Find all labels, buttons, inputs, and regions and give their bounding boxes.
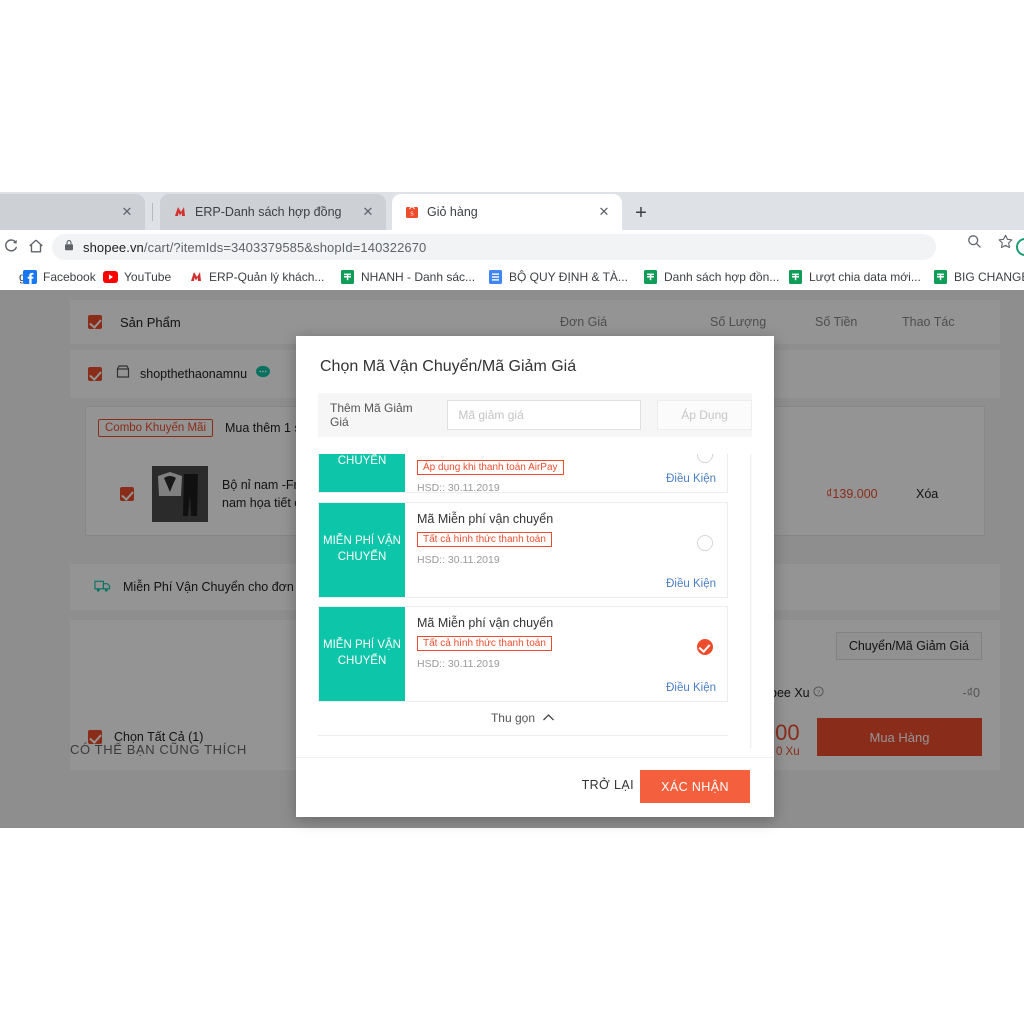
voucher-radio-selected[interactable] [697,639,713,655]
voucher-modal: Chọn Mã Vận Chuyển/Mã Giảm Giá Thêm Mã G… [296,336,774,817]
voucher-condition-link[interactable]: Điều Kiện [666,473,716,485]
apply-voucher-button[interactable]: Áp Dụng [657,400,752,430]
tab-title: ERP-Danh sách hợp đồng [195,205,342,219]
search-icon[interactable] [966,233,983,255]
address-bar[interactable]: shopee.vn/cart/?itemIds=3403379585&shopI… [52,234,936,260]
bookmark-item-4[interactable]: NHANH - Danh sác... [340,267,475,287]
home-icon[interactable] [27,237,47,257]
voucher-badge: MIỄN PHÍ VẬN CHUYỂN [319,607,405,701]
close-icon[interactable]: ✕ [360,204,376,220]
bookmark-label: ERP-Quản lý khách... [209,270,325,284]
bookmark-label: YouTube [124,270,172,284]
avatar-icon[interactable] [1016,238,1024,256]
scroll-down-arrow-icon[interactable] [751,734,752,748]
bookmark-label: Facebook [43,270,96,284]
bookmark-label: BỘ QUY ĐỊNH & TÀ... [509,270,628,284]
collapse-label: Thu gọn [490,711,536,725]
bookmark-item-1[interactable]: Facebook [22,267,96,287]
erp-icon [188,270,203,285]
url-domain: shopee.vn [83,239,144,255]
url-text: shopee.vn/cart/?itemIds=3403379585&shopI… [83,240,426,255]
voucher-badge: MIỄN PHÍ VẬN CHUYỂN [319,503,405,597]
bookmark-item-2[interactable]: YouTube [103,267,171,287]
voucher-tag: Tất cả hình thức thanh toán [417,636,552,651]
modal-title: Chọn Mã Vận Chuyển/Mã Giảm Giá [320,358,577,375]
list-divider [318,735,728,736]
voucher-details: Áp dụng khi thanh toán AirPay HSD:: 30.1… [405,454,727,494]
voucher-tag: Áp dụng khi thanh toán AirPay [417,460,564,475]
facebook-icon [22,270,37,285]
voucher-name: Mã Miễn phí vận chuyển [417,512,554,526]
shopee-icon: S [404,204,420,220]
browser-toolbar: shopee.vn/cart/?itemIds=3403379585&shopI… [0,230,1024,264]
reload-icon[interactable] [2,237,22,257]
browser-tab-2[interactable]: S Giỏ hàng ✕ [392,194,622,230]
browser-chrome: k ✕ ERP-Danh sách hợp đồng ✕ S Giỏ hàng … [0,192,1024,290]
bookmark-item-8[interactable]: BIG CHANGE [933,267,1024,287]
add-voucher-label: Thêm Mã Giảm Giá [330,401,413,429]
back-button[interactable]: TRỞ LẠI [582,778,634,792]
screen: k ✕ ERP-Danh sách hợp đồng ✕ S Giỏ hàng … [0,0,1024,1024]
voucher-details: Mã Miễn phí vận chuyển Tất cả hình thức … [405,503,727,597]
voucher-list-scrollbar[interactable] [750,454,752,748]
voucher-radio[interactable] [697,454,713,463]
new-tab-button[interactable]: + [627,200,655,228]
bookmark-item-6[interactable]: Danh sách hợp đồn... [643,267,779,287]
voucher-condition-link[interactable]: Điều Kiện [666,578,716,590]
bookmark-item-7[interactable]: Lượt chia data mới... [788,267,921,287]
lock-icon [63,238,75,256]
voucher-details: Mã Miễn phí vận chuyển Tất cả hình thức … [405,607,727,701]
generic-icon [0,270,13,285]
browser-tab-1[interactable]: ERP-Danh sách hợp đồng ✕ [160,194,386,230]
url-path: /cart/?itemIds=3403379585&shopId=1403226… [143,239,427,255]
voucher-condition-link[interactable]: Điều Kiện [666,682,716,694]
confirm-button[interactable]: XÁC NHẬN [640,770,750,803]
bookmark-label: Danh sách hợp đồn... [664,270,780,284]
scroll-up-arrow-icon[interactable] [751,454,752,468]
voucher-list: CHUYỂN Áp dụng khi thanh toán AirPay HSD… [318,454,752,748]
voucher-radio[interactable] [697,535,713,551]
erp-icon [172,204,188,220]
bookmarks-bar: g Facebook YouTube ERP-Quản lý khách... [0,264,1024,290]
omnibox-actions [966,233,1014,255]
voucher-tag: Tất cả hình thức thanh toán [417,532,552,547]
close-icon[interactable]: ✕ [119,204,135,220]
bookmark-label: BIG CHANGE [954,270,1024,284]
bookmark-item-5[interactable]: BỘ QUY ĐỊNH & TÀ... [488,267,628,287]
add-voucher-bar: Thêm Mã Giảm Giá Mã giảm giá Áp Dụng [318,393,752,437]
close-icon[interactable]: ✕ [596,204,612,220]
voucher-expiry: HSD:: 30.11.2019 [417,658,500,670]
sheets-icon [788,270,803,285]
chevron-up-icon [542,711,555,725]
sheets-icon [933,270,948,285]
modal-footer: TRỞ LẠI XÁC NHẬN [296,757,774,817]
tab-separator [152,203,153,221]
bookmark-item-3[interactable]: ERP-Quản lý khách... [188,267,324,287]
browser-tab-0[interactable]: k ✕ [0,194,145,230]
tab-title: Giỏ hàng [427,205,478,219]
voucher-item-2[interactable]: MIỄN PHÍ VẬN CHUYỂN Mã Miễn phí vận chuy… [318,606,728,702]
svg-text:S: S [410,212,413,218]
voucher-badge: CHUYỂN [319,454,405,492]
voucher-name: Mã Miễn phí vận chuyển [417,616,554,630]
bookmark-label: NHANH - Danh sác... [361,270,476,284]
sheets-icon [340,270,355,285]
collapse-list-button[interactable]: Thu gọn [318,703,728,733]
star-icon[interactable] [997,233,1014,255]
sheets-icon [643,270,658,285]
bookmark-label: Lượt chia data mới... [809,270,921,284]
docs-icon [488,270,503,285]
voucher-expiry: HSD:: 30.11.2019 [417,554,500,566]
tab-strip: k ✕ ERP-Danh sách hợp đồng ✕ S Giỏ hàng … [0,192,1024,230]
voucher-item-0[interactable]: CHUYỂN Áp dụng khi thanh toán AirPay HSD… [318,454,728,494]
voucher-code-input[interactable]: Mã giảm giá [447,400,642,430]
youtube-icon [103,270,118,285]
voucher-item-1[interactable]: MIỄN PHÍ VẬN CHUYỂN Mã Miễn phí vận chuy… [318,502,728,598]
